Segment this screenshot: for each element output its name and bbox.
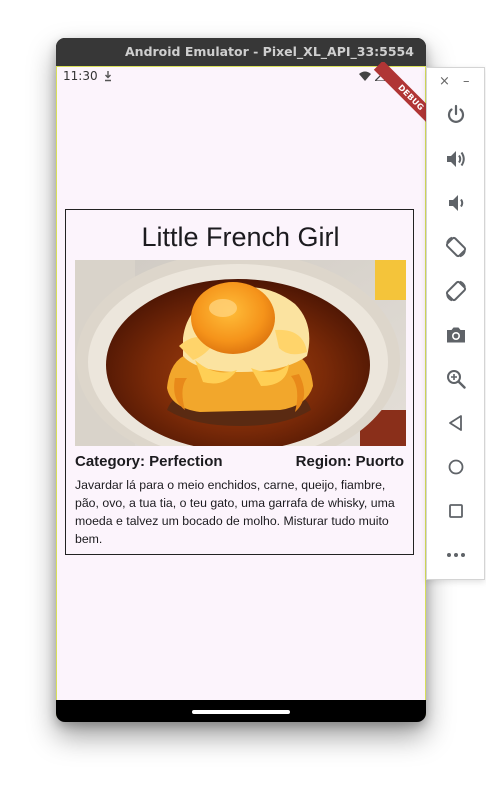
recipe-photo (75, 260, 406, 446)
francesinha-photo (75, 260, 406, 446)
minimize-icon[interactable]: – (463, 75, 470, 89)
zoom-icon (447, 370, 466, 389)
debug-banner: DEBUG (366, 62, 426, 122)
recipe-category: Category: Perfection (75, 453, 223, 470)
recipe-region: Region: Puorto (295, 453, 404, 470)
volume-up-button[interactable] (444, 147, 468, 171)
emulator-window: Android Emulator - Pixel_XL_API_33:5554 … (56, 38, 426, 722)
stage: Android Emulator - Pixel_XL_API_33:5554 … (0, 0, 486, 796)
more-icon (447, 553, 465, 557)
more-button[interactable] (444, 543, 468, 567)
home-button[interactable] (444, 455, 468, 479)
volume-up-icon (447, 151, 465, 167)
overview-icon (449, 504, 463, 518)
power-button[interactable] (444, 103, 468, 127)
zoom-button[interactable] (444, 367, 468, 391)
recipe-title: Little French Girl (141, 222, 340, 252)
home-gesture-pill[interactable] (192, 710, 290, 714)
home-icon (448, 459, 464, 475)
rotate-right-icon (445, 280, 467, 302)
back-icon (449, 415, 462, 431)
camera-icon (447, 327, 465, 343)
emulator-toolbar: × – (426, 67, 485, 580)
rotate-right-button[interactable] (444, 279, 468, 303)
back-button[interactable] (444, 411, 468, 435)
screenshot-button[interactable] (444, 323, 468, 347)
volume-down-icon (449, 195, 464, 211)
rotate-left-button[interactable] (444, 235, 468, 259)
debug-banner-label: DEBUG (373, 62, 426, 122)
volume-down-button[interactable] (444, 191, 468, 215)
download-icon (105, 71, 111, 82)
rotate-left-icon (445, 236, 467, 258)
gesture-nav-bar (56, 700, 426, 722)
recipe-card[interactable]: Little French Girl Category: Perfection … (65, 209, 414, 555)
power-icon (447, 104, 465, 123)
status-time: 11:30 (63, 69, 98, 83)
close-icon[interactable]: × (439, 75, 450, 89)
overview-button[interactable] (444, 499, 468, 523)
recipe-description: Javardar lá para o meio enchidos, carne,… (75, 478, 395, 546)
device-screen: 11:30 DEBUG Little French Girl Category:… (56, 62, 426, 722)
